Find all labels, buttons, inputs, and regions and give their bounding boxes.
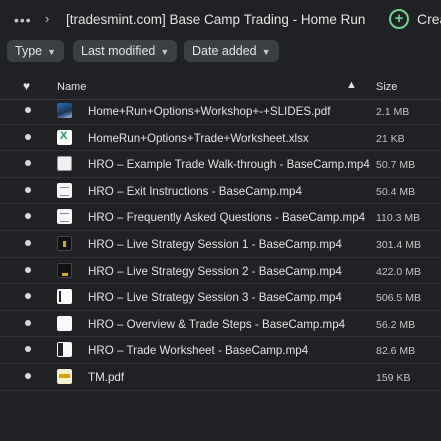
file-row[interactable]: HomeRun+Options+Trade+Worksheet.xlsx 21 … xyxy=(0,125,441,152)
file-name: HRO – Trade Worksheet - BaseCamp.mp4 xyxy=(88,344,309,358)
status-dot-icon xyxy=(25,346,31,353)
file-size: 2.1 MB xyxy=(376,106,410,118)
file-size: 82.6 MB xyxy=(376,345,416,358)
video-thumbnail-icon xyxy=(57,236,72,251)
file-row[interactable]: HRO – Exit Instructions - BaseCamp.mp4 5… xyxy=(0,178,441,205)
file-size: 422.0 MB xyxy=(376,265,421,278)
name-column-header[interactable]: Name xyxy=(57,81,86,93)
filter-bar: Type ▼ Last modified ▼ Date added ▼ xyxy=(0,40,441,62)
file-name: Home+Run+Options+Workshop+-+SLIDES.pdf xyxy=(88,105,331,118)
file-name: HRO – Overview & Trade Steps - BaseCamp.… xyxy=(88,317,346,331)
file-name: HRO – Exit Instructions - BaseCamp.mp4 xyxy=(88,184,302,198)
date-added-filter-chip[interactable]: Date added ▼ xyxy=(184,40,279,62)
video-thumbnail-icon xyxy=(57,342,72,358)
file-name: TM.pdf xyxy=(88,371,125,384)
video-thumbnail-icon xyxy=(57,262,72,278)
type-filter-label: Type xyxy=(15,44,43,58)
status-dot-icon xyxy=(25,319,31,326)
file-row[interactable]: HRO – Live Strategy Session 2 - BaseCamp… xyxy=(0,258,441,285)
pdf-thumbnail-icon xyxy=(57,369,72,384)
file-row[interactable]: HRO – Frequently Asked Questions - BaseC… xyxy=(0,204,441,231)
video-thumbnail-icon xyxy=(57,315,72,331)
status-dot-icon xyxy=(25,373,31,379)
status-dot-icon xyxy=(25,213,31,220)
file-row[interactable]: HRO – Trade Worksheet - BaseCamp.mp4 82.… xyxy=(0,337,441,364)
status-dot-icon xyxy=(25,293,31,300)
file-size: 21 KB xyxy=(376,132,405,145)
file-name: HRO – Example Trade Walk-through - BaseC… xyxy=(88,158,370,172)
last-modified-filter-label: Last modified xyxy=(81,44,156,58)
file-row[interactable]: HRO – Overview & Trade Steps - BaseCamp.… xyxy=(0,311,441,338)
file-row[interactable]: TM.pdf 159 KB xyxy=(0,364,441,391)
file-name: HRO – Live Strategy Session 1 - BaseCamp… xyxy=(88,238,342,251)
file-row[interactable]: HRO – Live Strategy Session 3 - BaseCamp… xyxy=(0,284,441,311)
video-thumbnail-icon xyxy=(57,209,72,225)
breadcrumb[interactable]: [tradesmint.com] Base Camp Trading - Hom… xyxy=(66,12,366,27)
dropdown-caret-icon: ▼ xyxy=(261,47,271,57)
size-column-header[interactable]: Size xyxy=(376,81,397,93)
file-row[interactable]: Home+Run+Options+Workshop+-+SLIDES.pdf 2… xyxy=(0,98,441,125)
file-row[interactable]: HRO – Live Strategy Session 1 - BaseCamp… xyxy=(0,231,441,258)
file-name: HomeRun+Options+Trade+Worksheet.xlsx xyxy=(88,131,309,145)
dropdown-caret-icon: ▼ xyxy=(47,47,57,57)
chevron-right-icon: › xyxy=(45,11,50,26)
date-added-filter-label: Date added xyxy=(192,44,257,58)
file-size: 50.4 MB xyxy=(376,185,416,198)
file-size: 301.4 MB xyxy=(376,239,421,251)
video-thumbnail-icon xyxy=(57,289,72,305)
file-name: HRO – Live Strategy Session 3 - BaseCamp… xyxy=(88,291,342,305)
status-dot-icon xyxy=(25,160,31,167)
status-dot-icon xyxy=(25,133,31,140)
spreadsheet-thumbnail-icon xyxy=(57,129,72,145)
create-label: Crea xyxy=(417,11,441,27)
type-filter-chip[interactable]: Type ▼ xyxy=(7,40,65,62)
dropdown-caret-icon: ▼ xyxy=(160,47,170,57)
file-size: 50.7 MB xyxy=(376,159,416,172)
create-button[interactable]: + Crea xyxy=(389,9,441,29)
file-size: 56.2 MB xyxy=(376,318,416,331)
status-dot-icon xyxy=(25,186,31,193)
pdf-thumbnail-icon xyxy=(57,103,72,118)
file-name: HRO – Live Strategy Session 2 - BaseCamp… xyxy=(88,264,342,278)
file-size: 506.5 MB xyxy=(376,292,421,305)
status-dot-icon xyxy=(25,240,31,246)
status-dot-icon xyxy=(25,266,31,273)
file-name: HRO – Frequently Asked Questions - BaseC… xyxy=(88,211,366,225)
file-size: 159 KB xyxy=(376,372,411,384)
video-thumbnail-icon xyxy=(57,182,72,198)
more-options-button[interactable]: ••• xyxy=(14,12,32,28)
file-row[interactable]: HRO – Example Trade Walk-through - BaseC… xyxy=(0,151,441,178)
file-list-header: ♥ Name ▲ Size xyxy=(0,72,441,100)
last-modified-filter-chip[interactable]: Last modified ▼ xyxy=(73,40,178,62)
video-thumbnail-icon xyxy=(57,156,72,172)
favorite-icon[interactable]: ♥ xyxy=(23,79,30,93)
sort-ascending-icon[interactable]: ▲ xyxy=(346,79,357,91)
file-size: 110.3 MB xyxy=(376,212,421,225)
top-bar: ••• › [tradesmint.com] Base Camp Trading… xyxy=(0,0,441,40)
plus-circle-icon: + xyxy=(389,9,409,29)
status-dot-icon xyxy=(25,107,31,113)
